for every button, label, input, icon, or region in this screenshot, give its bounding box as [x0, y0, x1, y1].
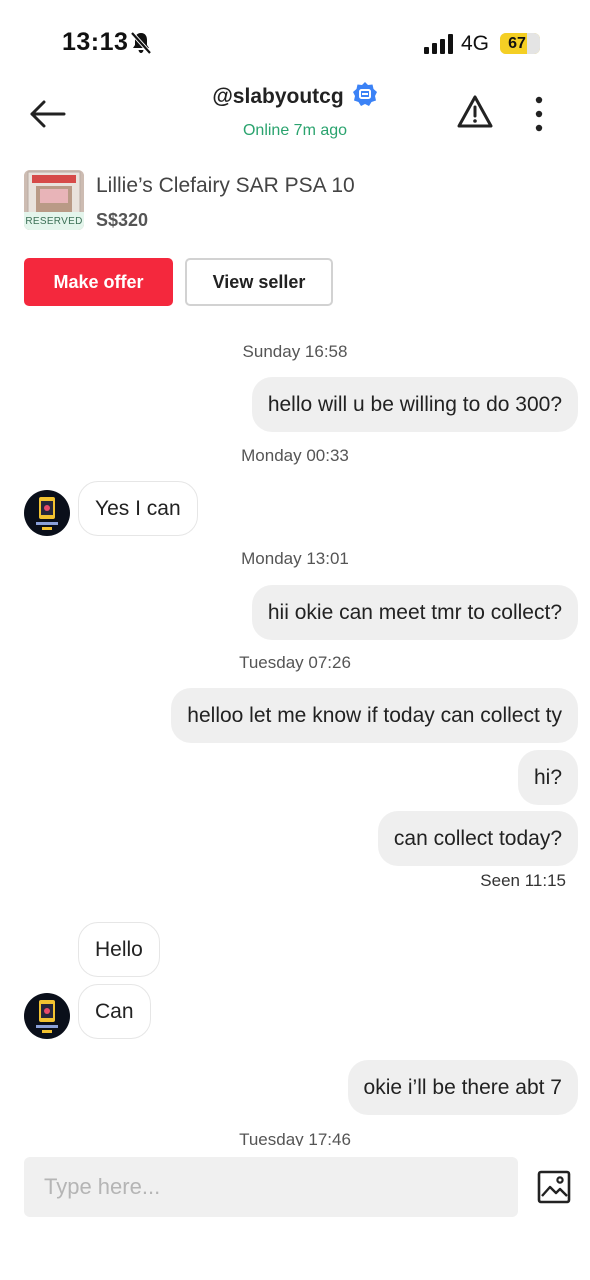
message-incoming[interactable]: Can: [78, 984, 151, 1039]
message-outgoing[interactable]: hi?: [517, 750, 578, 805]
network-type: 4G: [461, 32, 490, 55]
seen-receipt: Seen 11:15: [480, 871, 566, 890]
timestamp: Tuesday 07:26: [239, 653, 351, 672]
message-outgoing[interactable]: hello will u be willing to do 300?: [251, 377, 578, 432]
timestamp: Monday 13:01: [241, 549, 349, 568]
timestamp: Sunday 16:58: [242, 342, 348, 361]
message-outgoing[interactable]: okie i’ll be there abt 7: [347, 1060, 578, 1115]
view-seller-button[interactable]: View seller: [185, 258, 333, 306]
timestamp: Monday 00:33: [241, 446, 349, 465]
message-outgoing[interactable]: hii okie can meet tmr to collect?: [251, 585, 578, 640]
signal-icon: [424, 34, 453, 54]
listing-title[interactable]: Lillie’s Clefairy SAR PSA 10: [96, 174, 355, 198]
username[interactable]: @slabyoutcg: [212, 85, 343, 109]
more-vertical-icon[interactable]: [526, 94, 552, 134]
chat-title[interactable]: @slabyoutcg: [170, 82, 420, 110]
reserved-badge: RESERVED: [24, 212, 84, 230]
bell-muted-icon: [130, 31, 152, 55]
message-composer: [0, 1146, 590, 1280]
warning-icon[interactable]: [456, 94, 494, 130]
battery-icon: 67: [500, 33, 540, 54]
avatar-logo-icon: [36, 497, 58, 530]
battery-level: 67: [508, 35, 526, 52]
avatar-logo-icon: [36, 1000, 58, 1033]
seller-avatar[interactable]: [24, 490, 70, 536]
message-outgoing[interactable]: can collect today?: [377, 811, 578, 866]
listing-thumbnail[interactable]: RESERVED: [24, 170, 84, 230]
make-offer-button[interactable]: Make offer: [24, 258, 173, 306]
message-incoming[interactable]: Hello: [78, 922, 160, 977]
chat-header: @slabyoutcg Online 7m ago: [0, 80, 590, 150]
listing-summary[interactable]: RESERVED Lillie’s Clefairy SAR PSA 10 S$…: [24, 170, 564, 235]
verified-badge-icon: [352, 82, 377, 106]
seller-avatar[interactable]: [24, 993, 70, 1039]
online-status: Online 7m ago: [242, 122, 348, 139]
image-attach-icon[interactable]: [537, 1170, 571, 1204]
message-outgoing[interactable]: helloo let me know if today can collect …: [171, 688, 578, 743]
status-bar: 13:13 4G 67: [0, 0, 590, 90]
back-arrow-icon[interactable]: [26, 94, 70, 134]
status-time: 13:13: [62, 28, 129, 56]
message-input[interactable]: [24, 1157, 518, 1217]
message-incoming[interactable]: Yes I can: [78, 481, 198, 536]
listing-price: S$320: [96, 210, 149, 230]
